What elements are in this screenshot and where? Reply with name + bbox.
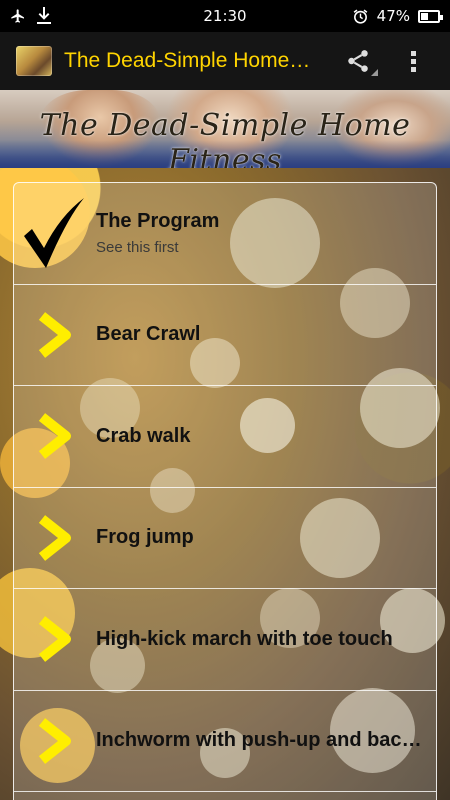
- list-item-text: Inchworm with push-up and back extension: [96, 729, 436, 752]
- list-item-text: Crab walk: [96, 425, 436, 448]
- more-vert-icon: [410, 49, 418, 73]
- chevron-right-icon: [14, 514, 96, 561]
- content-area: The Program See this first Bear Crawl Cr…: [0, 168, 450, 800]
- list-item-title: Bear Crawl: [96, 323, 201, 346]
- exercise-list: The Program See this first Bear Crawl Cr…: [13, 182, 437, 800]
- airplane-icon: [10, 8, 26, 24]
- chevron-right-icon: [14, 717, 96, 764]
- list-item-text: High-kick march with toe touch: [96, 628, 436, 651]
- chevron-right-icon: [14, 413, 96, 460]
- status-bar: 21:30 47%: [0, 0, 450, 32]
- list-item-text: The Program See this first: [96, 210, 436, 256]
- chevron-right-icon: [14, 311, 96, 358]
- status-left: [10, 7, 52, 25]
- list-item-text: Bear Crawl: [96, 323, 436, 346]
- overflow-menu-button[interactable]: [386, 32, 442, 90]
- download-icon: [36, 7, 52, 25]
- app-logo: [16, 46, 52, 76]
- checkmark-icon: [14, 198, 96, 269]
- alarm-icon: [352, 8, 369, 25]
- header-banner: The Dead-Simple Home Fitness: [0, 90, 450, 168]
- share-icon: [345, 48, 371, 74]
- list-item-title: High-kick march with toe touch: [96, 627, 393, 650]
- banner-title: The Dead-Simple Home Fitness: [39, 108, 411, 168]
- app-bar: The Dead-Simple Home Fitness: [0, 32, 450, 90]
- chevron-right-icon: [14, 616, 96, 663]
- status-right: 47%: [352, 7, 443, 25]
- battery-icon: [418, 9, 443, 23]
- list-item-inchworm[interactable]: Inchworm with push-up and back extension: [14, 691, 436, 792]
- list-item-title: The Program: [96, 210, 220, 233]
- status-time: 21:30: [203, 7, 247, 25]
- battery-level-fill: [421, 12, 428, 20]
- list-item-text: Frog jump: [96, 526, 436, 549]
- list-item-title: Frog jump: [96, 526, 194, 549]
- list-item-subtitle: See this first: [96, 239, 179, 257]
- list-item-frog-jump[interactable]: Frog jump: [14, 488, 436, 589]
- app-title: The Dead-Simple Home Fitness: [64, 49, 314, 72]
- list-item-high-kick-march[interactable]: High-kick march with toe touch: [14, 589, 436, 691]
- list-item-the-program[interactable]: The Program See this first: [14, 183, 436, 285]
- list-item-title: Crab walk: [96, 424, 191, 447]
- battery-percent: 47%: [376, 7, 410, 25]
- share-button[interactable]: [330, 32, 386, 90]
- list-item-crab-walk[interactable]: Crab walk: [14, 386, 436, 488]
- list-item-title: Inchworm with push-up and back extension: [96, 729, 436, 752]
- app-actions: [330, 32, 442, 90]
- share-submenu-indicator: [371, 69, 378, 76]
- list-item-bear-crawl[interactable]: Bear Crawl: [14, 285, 436, 386]
